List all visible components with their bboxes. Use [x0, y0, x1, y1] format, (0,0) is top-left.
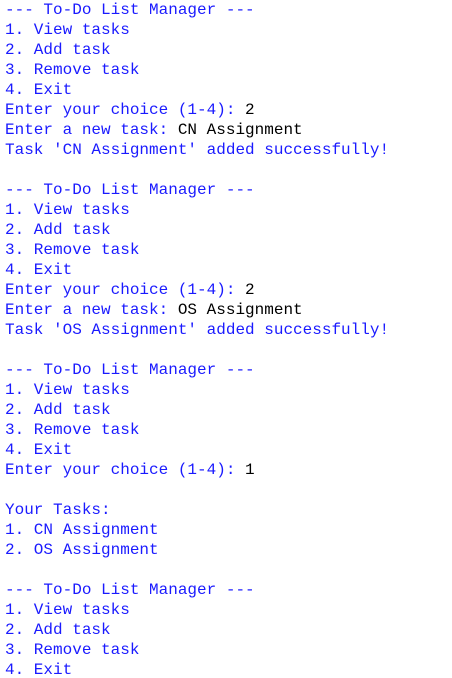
console-line-text: --- To-Do List Manager ---	[5, 1, 255, 19]
console-line-text: 2. Add task	[5, 221, 111, 239]
console-line-text: 4. Exit	[5, 661, 73, 678]
console-line-text: Enter your choice (1-4):	[5, 461, 246, 479]
console-line: 4. Exit	[5, 440, 452, 460]
console-line-text: Task 'CN Assignment' added successfully!	[5, 141, 390, 159]
console-line: --- To-Do List Manager ---	[5, 0, 452, 20]
console-line-text: Task 'OS Assignment' added successfully!	[5, 321, 390, 339]
console-line-text: 2. Add task	[5, 41, 111, 59]
console-line: --- To-Do List Manager ---	[5, 180, 452, 200]
console-prompt-line: Enter your choice (1-4): 1	[5, 460, 452, 480]
console-line: 1. CN Assignment	[5, 520, 452, 540]
console-line: 4. Exit	[5, 260, 452, 280]
console-output: --- To-Do List Manager --- 1. View tasks 2…	[0, 0, 452, 678]
console-line: Task 'CN Assignment' added successfully!	[5, 140, 452, 160]
user-input-text: OS Assignment	[177, 301, 303, 319]
console-line-text: 1. View tasks	[5, 601, 130, 619]
console-prompt-line: Enter a new task: CN Assignment	[5, 120, 452, 140]
console-line: 1. View tasks	[5, 600, 452, 620]
console-line: 3. Remove task	[5, 640, 452, 660]
user-input-text: 1	[245, 461, 255, 479]
console-line: 2. Add task	[5, 620, 452, 640]
console-line-text: 1. CN Assignment	[5, 521, 159, 539]
console-line-text: Your Tasks:	[5, 501, 111, 519]
console-prompt-line: Enter a new task: OS Assignment	[5, 300, 452, 320]
console-line-text: 3. Remove task	[5, 61, 140, 79]
console-line-text: Enter a new task:	[5, 121, 178, 139]
console-line: 4. Exit	[5, 80, 452, 100]
console-line-text: Enter a new task:	[5, 301, 178, 319]
console-line-text: 2. OS Assignment	[5, 541, 159, 559]
console-line-text: Enter your choice (1-4):	[5, 281, 246, 299]
console-line-text: --- To-Do List Manager ---	[5, 181, 255, 199]
console-line: 1. View tasks	[5, 380, 452, 400]
console-line: 1. View tasks	[5, 20, 452, 40]
console-line: 1. View tasks	[5, 200, 452, 220]
console-line: 2. Add task	[5, 220, 452, 240]
user-input-text: CN Assignment	[177, 121, 303, 139]
console-line-text: --- To-Do List Manager ---	[5, 361, 255, 379]
console-line-text: 4. Exit	[5, 441, 73, 459]
console-line: 2. Add task	[5, 40, 452, 60]
console-prompt-line: Enter your choice (1-4): 2	[5, 100, 452, 120]
console-prompt-line: Enter your choice (1-4): 2	[5, 280, 452, 300]
console-line-text: --- To-Do List Manager ---	[5, 581, 255, 599]
console-line-text: 3. Remove task	[5, 641, 140, 659]
console-line: Your Tasks:	[5, 500, 452, 520]
console-line: 2. OS Assignment	[5, 540, 452, 560]
console-line-text: 3. Remove task	[5, 241, 140, 259]
console-line: 2. Add task	[5, 400, 452, 420]
console-line: --- To-Do List Manager ---	[5, 360, 452, 380]
console-line-text: 1. View tasks	[5, 381, 130, 399]
console-line-text: 1. View tasks	[5, 201, 130, 219]
user-input-text: 2	[245, 101, 255, 119]
console-line: --- To-Do List Manager ---	[5, 580, 452, 600]
console-line-text: 4. Exit	[5, 81, 73, 99]
console-line: 3. Remove task	[5, 60, 452, 80]
user-input-text: 2	[245, 281, 255, 299]
console-line-text: 2. Add task	[5, 621, 111, 639]
console-line-text: Enter your choice (1-4):	[5, 101, 246, 119]
console-line: 4. Exit	[5, 660, 452, 678]
console-line-text: 4. Exit	[5, 261, 73, 279]
console-line: 3. Remove task	[5, 420, 452, 440]
console-line-text: 3. Remove task	[5, 421, 140, 439]
console-line: Task 'OS Assignment' added successfully!	[5, 320, 452, 340]
console-line: 3. Remove task	[5, 240, 452, 260]
console-line-text: 1. View tasks	[5, 21, 130, 39]
console-line-text: 2. Add task	[5, 401, 111, 419]
